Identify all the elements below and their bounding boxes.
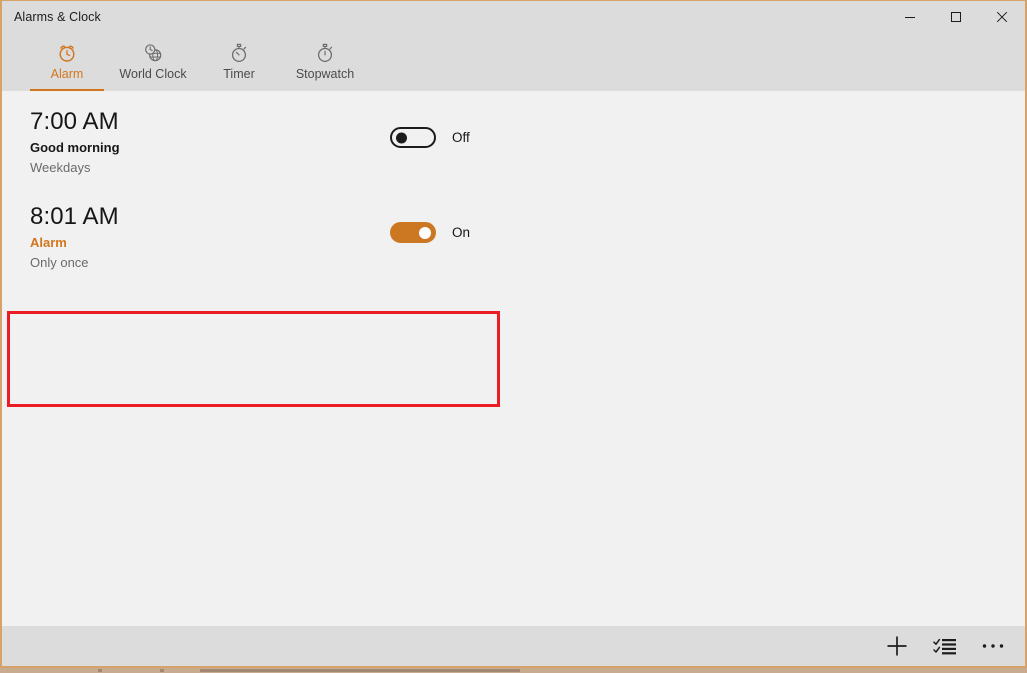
stopwatch-icon — [314, 41, 336, 65]
bottom-app-bar — [2, 626, 1025, 666]
alarm-clock-icon — [56, 41, 78, 65]
select-alarms-button[interactable] — [921, 626, 969, 666]
alarm-time: 7:00 AM — [30, 108, 119, 135]
alarm-repeat: Weekdays — [30, 160, 91, 175]
alarm-toggle-state-label: Off — [452, 130, 470, 145]
ellipsis-icon — [981, 642, 1005, 650]
title-bar[interactable]: Alarms & Clock — [2, 1, 1025, 32]
tab-world-clock[interactable]: World Clock — [110, 32, 196, 91]
desktop-edge-segment — [98, 669, 102, 672]
alarm-name: Alarm — [30, 235, 67, 250]
plus-icon — [885, 634, 909, 658]
timer-icon — [228, 41, 250, 65]
more-options-button[interactable] — [969, 626, 1017, 666]
tab-stopwatch[interactable]: Stopwatch — [282, 32, 368, 91]
alarm-details: 7:00 AM Good morning Weekdays — [30, 107, 120, 177]
minimize-button[interactable] — [887, 1, 933, 32]
tab-world-clock-label: World Clock — [119, 67, 187, 81]
alarm-toggle[interactable] — [390, 222, 436, 243]
maximize-button[interactable] — [933, 1, 979, 32]
minimize-icon — [904, 11, 916, 23]
alarm-name: Good morning — [30, 140, 120, 155]
tab-timer[interactable]: Timer — [196, 32, 282, 91]
toggle-knob — [419, 226, 431, 239]
tab-alarm-label: Alarm — [50, 67, 84, 81]
window-title: Alarms & Clock — [14, 9, 101, 24]
alarm-repeat: Only once — [30, 255, 89, 270]
add-alarm-button[interactable] — [873, 626, 921, 666]
caption-button-group — [887, 1, 1025, 32]
alarm-list-item[interactable]: 8:01 AM Alarm Only once On — [2, 188, 500, 284]
tab-alarm[interactable]: Alarm — [24, 32, 110, 91]
globe-clock-icon — [142, 41, 164, 65]
alarm-list-item[interactable]: 7:00 AM Good morning Weekdays Off — [2, 93, 500, 189]
close-icon — [996, 11, 1008, 23]
alarm-toggle[interactable] — [390, 127, 436, 148]
tab-stopwatch-label: Stopwatch — [295, 67, 355, 81]
tab-strip: Alarm World Clock Timer Stopwatch — [2, 32, 1025, 91]
alarm-toggle-group: Off — [390, 127, 470, 148]
close-button[interactable] — [979, 1, 1025, 32]
alarm-time: 8:01 AM — [30, 203, 119, 230]
desktop-edge-strip — [0, 668, 1027, 673]
alarm-toggle-state-label: On — [452, 225, 471, 240]
alarm-toggle-group: On — [390, 222, 470, 243]
checklist-icon — [933, 635, 957, 657]
alarm-details: 8:01 AM Alarm Only once — [30, 202, 119, 272]
highlight-annotation-box — [7, 311, 500, 407]
alarm-list: 7:00 AM Good morning Weekdays Off 8:01 A… — [2, 91, 1025, 626]
tab-timer-label: Timer — [223, 67, 255, 81]
toggle-knob — [396, 132, 407, 143]
alarms-and-clock-window: Alarms & Clock Alarm World Clock Timer S… — [0, 0, 1027, 668]
maximize-icon — [950, 11, 962, 23]
desktop-edge-segment — [200, 669, 520, 672]
desktop-edge-segment — [160, 669, 164, 672]
